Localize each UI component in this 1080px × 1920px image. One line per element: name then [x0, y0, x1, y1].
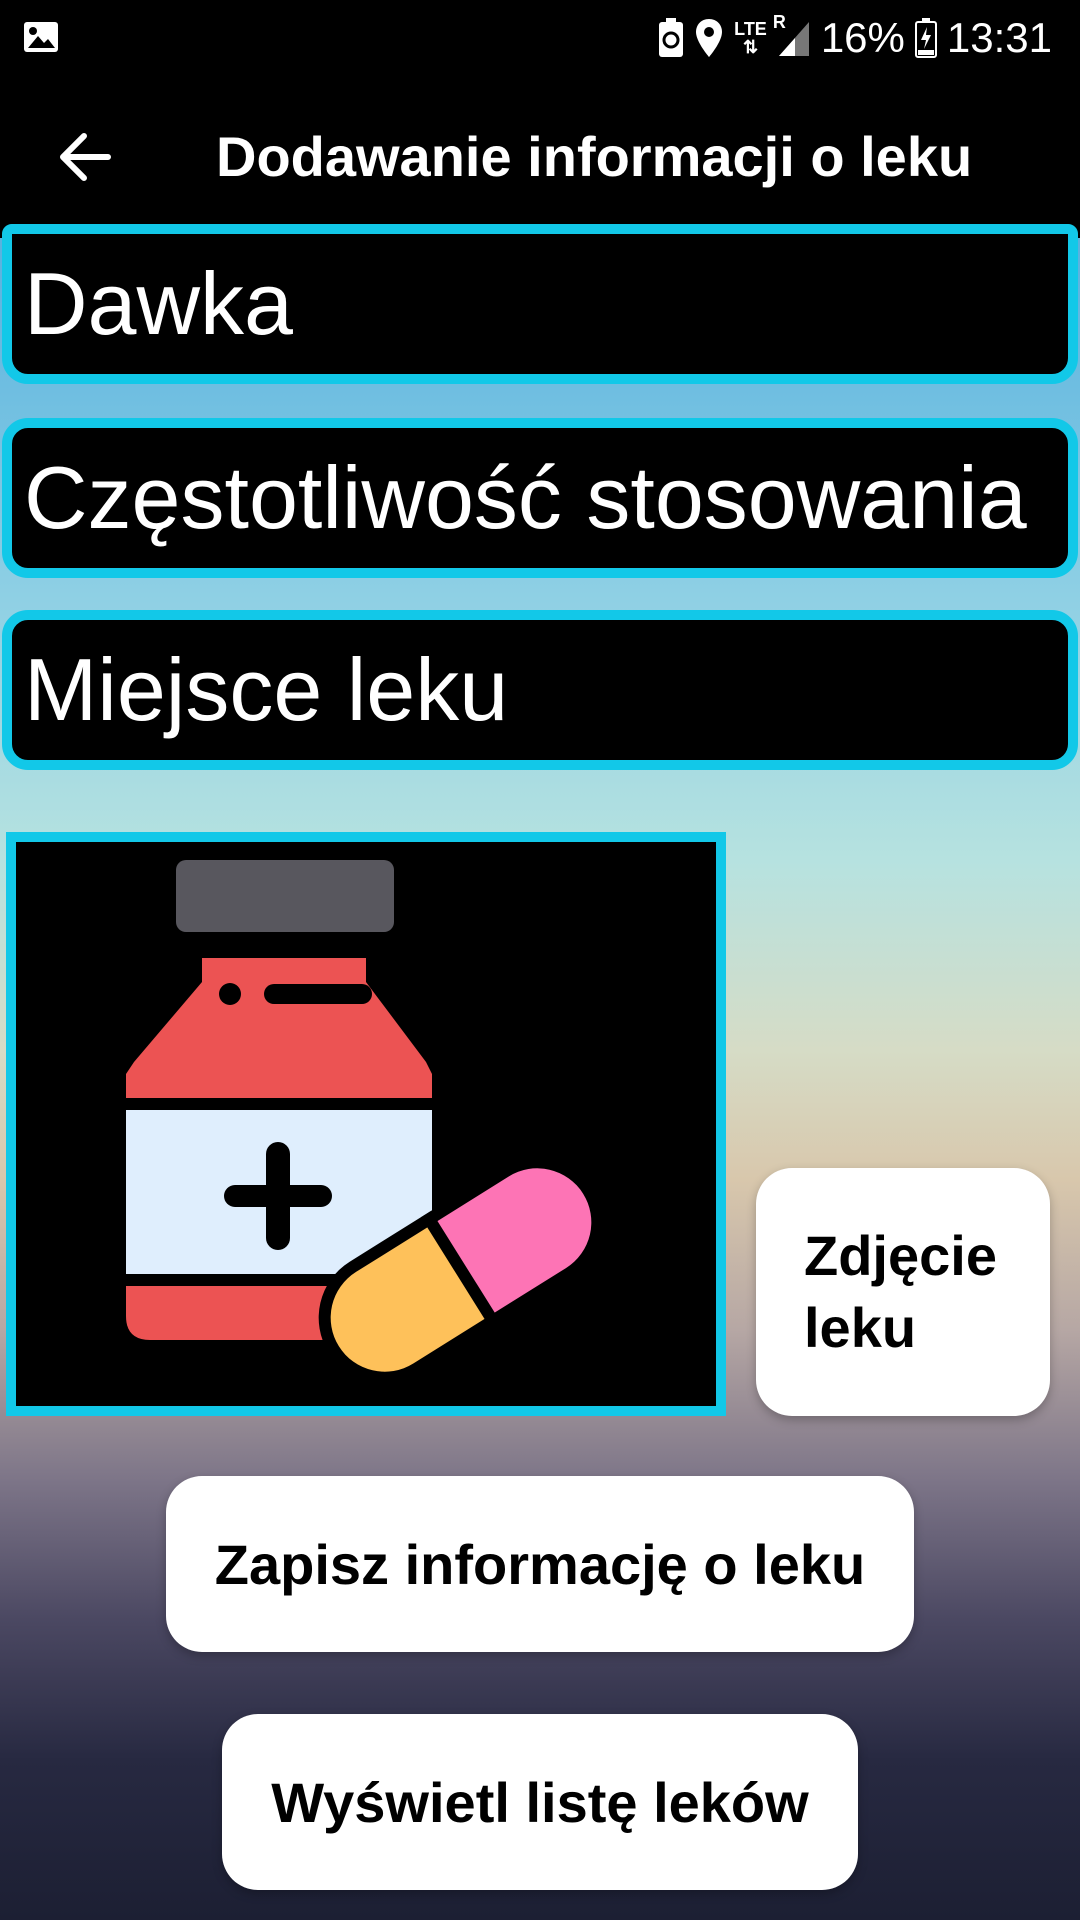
back-button[interactable]: [40, 112, 130, 202]
location-icon: [694, 18, 724, 58]
battery-percent: 16%: [820, 14, 905, 61]
battery-saver-icon: [658, 18, 684, 58]
frequency-field[interactable]: Częstotliwość stosowania: [2, 418, 1078, 578]
show-list-button[interactable]: Wyświetl listę leków: [222, 1714, 858, 1890]
medicine-bottle-pills-icon: [126, 860, 604, 1384]
network-type-label: LTE: [734, 19, 767, 39]
battery-charging-icon: [914, 18, 937, 58]
signal-icon: R: [773, 12, 811, 58]
lte-icon: LTE ⇅: [734, 19, 767, 57]
app-bar: Dodawanie informacji o leku: [0, 76, 1080, 238]
image-icon: [22, 18, 60, 56]
location-field[interactable]: Miejsce leku: [2, 610, 1078, 770]
arrow-left-icon: [60, 133, 111, 181]
photo-button-label: Zdjęcie leku: [804, 1224, 997, 1359]
page-title: Dodawanie informacji o leku: [216, 125, 973, 188]
photo-button[interactable]: Zdjęcie leku: [756, 1168, 1050, 1416]
save-button[interactable]: Zapisz informację o leku: [166, 1476, 914, 1652]
roaming-label: R: [772, 12, 786, 32]
status-icons: LTE ⇅ R 16% 13:31: [658, 0, 1052, 76]
dose-field[interactable]: Dawka: [2, 224, 1078, 384]
medicine-image: [6, 832, 726, 1416]
status-bar: LTE ⇅ R 16% 13:31: [0, 0, 1080, 76]
clock: 13:31: [946, 14, 1052, 61]
